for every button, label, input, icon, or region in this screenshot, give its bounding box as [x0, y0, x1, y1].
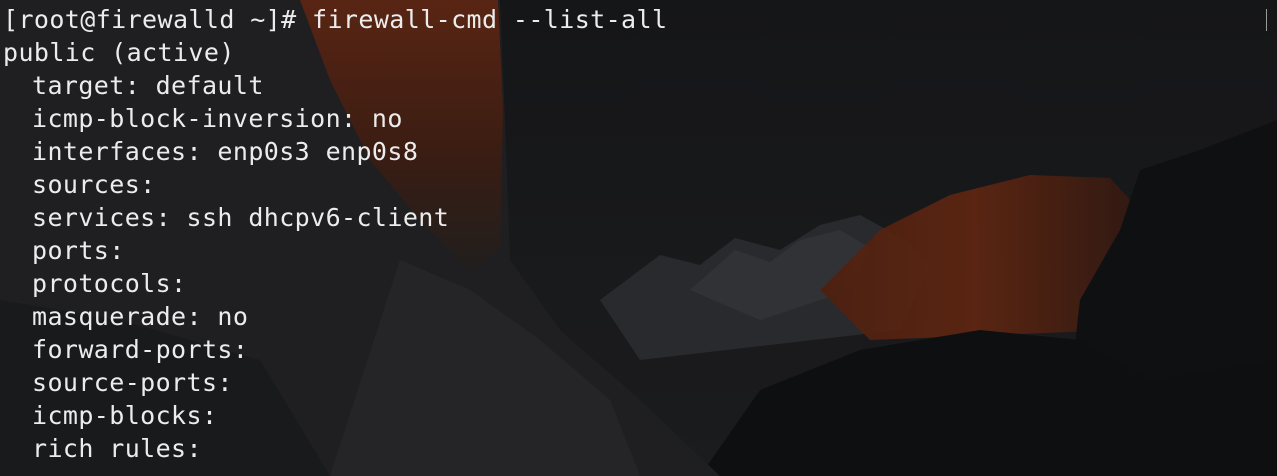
output-line-interfaces: interfaces: enp0s3 enp0s8 [32, 137, 419, 166]
output-line-ports: ports: [32, 236, 125, 265]
zone-header: public (active) [3, 38, 235, 67]
command-text: firewall-cmd --list-all [312, 5, 668, 34]
output-line-forward-ports: forward-ports: [32, 335, 249, 364]
output-line-masquerade: masquerade: no [32, 302, 249, 331]
output-line-icmp-blocks: icmp-blocks: [32, 401, 218, 430]
output-line-source-ports: source-ports: [32, 368, 233, 397]
output-line-rich-rules: rich rules: [32, 434, 202, 463]
shell-prompt: [root@firewalld ~]# [3, 5, 313, 34]
output-line-target: target: default [32, 71, 264, 100]
scrollbar[interactable] [1266, 9, 1267, 31]
output-line-sources: sources: [32, 170, 156, 199]
command-line: [root@firewalld ~]# firewall-cmd --list-… [3, 3, 667, 36]
output-line-services: services: ssh dhcpv6-client [32, 203, 450, 232]
terminal-output: [root@firewalld ~]# firewall-cmd --list-… [3, 3, 667, 465]
output-line-icmp-block-inversion: icmp-block-inversion: no [32, 104, 403, 133]
terminal-window[interactable]: [root@firewalld ~]# firewall-cmd --list-… [0, 0, 1277, 476]
output-line-protocols: protocols: [32, 269, 187, 298]
